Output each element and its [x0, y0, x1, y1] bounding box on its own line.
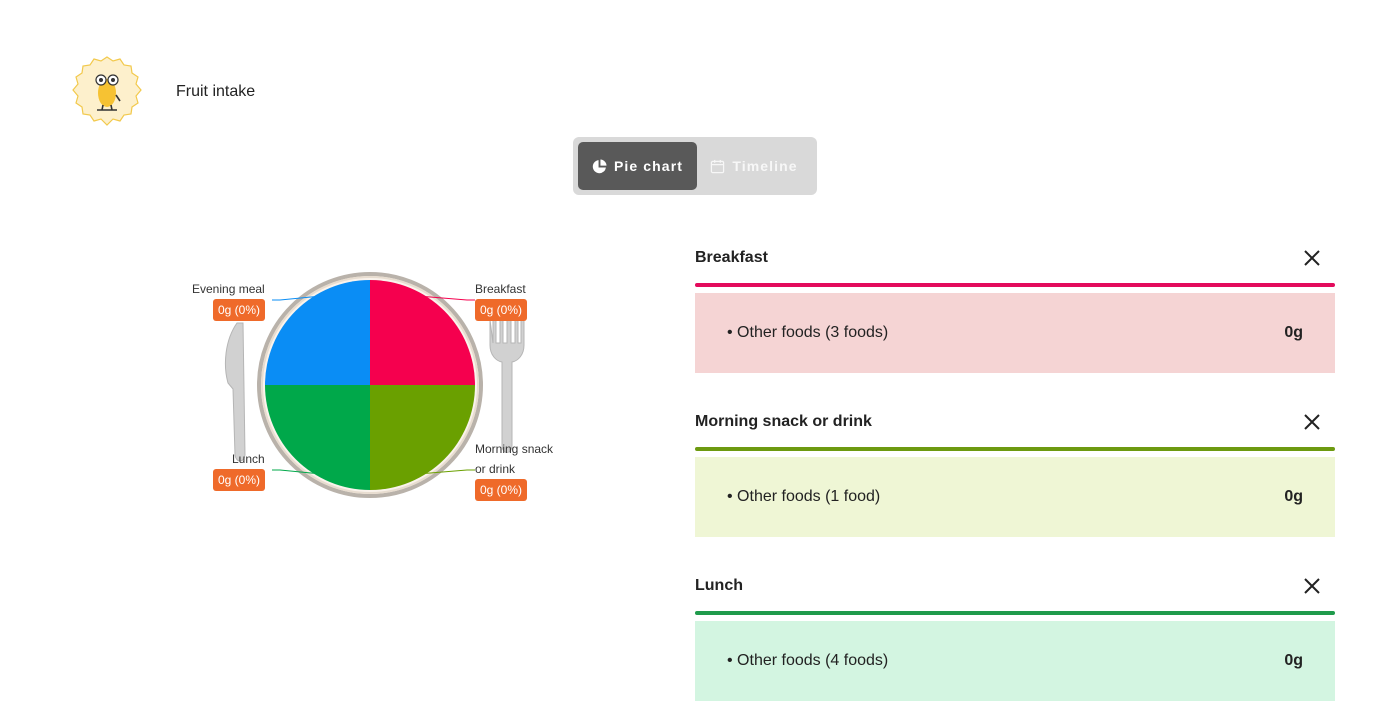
- page-title: Fruit intake: [176, 83, 256, 100]
- slice-value-lunch: 0g (0%): [213, 469, 266, 491]
- page-header: Fruit intake: [70, 55, 255, 129]
- meal-color-bar: [695, 283, 1335, 287]
- slice-value-evening-meal: 0g (0%): [213, 299, 266, 321]
- banana-mascot-icon: [72, 56, 142, 126]
- meal-item-row: • Other foods (1 food) 0g: [695, 457, 1335, 537]
- meal-title: Morning snack or drink: [695, 413, 872, 430]
- calendar-icon: [711, 159, 725, 173]
- close-icon[interactable]: [1303, 413, 1321, 431]
- slice-label-breakfast: Breakfast: [475, 282, 526, 296]
- meal-panel-breakfast: Breakfast • Other foods (3 foods) 0g: [695, 243, 1335, 373]
- food-item-label: Other foods (4 foods): [737, 652, 889, 669]
- food-item-amount: 0g: [1284, 488, 1303, 505]
- food-item-label: Other foods (1 food): [737, 488, 881, 505]
- knife-icon: [224, 322, 246, 462]
- pie-slice-lunch: [265, 385, 370, 490]
- slice-label-lunch: Lunch: [232, 452, 265, 466]
- food-item-amount: 0g: [1284, 652, 1303, 669]
- pie-chart-icon: [592, 158, 607, 173]
- food-item-label: Other foods (3 foods): [737, 324, 889, 341]
- meal-item-row: • Other foods (3 foods) 0g: [695, 293, 1335, 373]
- meal-title: Breakfast: [695, 249, 768, 266]
- close-icon[interactable]: [1303, 249, 1321, 267]
- meal-title: Lunch: [695, 577, 743, 594]
- slice-label-morning-snack: Morning snack: [475, 442, 554, 456]
- food-item-amount: 0g: [1284, 324, 1303, 341]
- slice-label-evening-meal: Evening meal: [192, 282, 265, 296]
- timeline-tab[interactable]: Timeline: [697, 142, 811, 190]
- pie-slices: [265, 280, 475, 490]
- fork-icon: [489, 319, 525, 453]
- pie-chart-tab-label: Pie chart: [613, 158, 684, 174]
- view-toggle: Pie chart Timeline: [573, 137, 817, 195]
- slice-value-morning-snack: 0g (0%): [475, 479, 528, 501]
- slice-value-breakfast: 0g (0%): [475, 299, 528, 321]
- slice-label-morning-snack-line2: or drink: [475, 462, 516, 476]
- timeline-tab-label: Timeline: [732, 158, 798, 174]
- meal-color-bar: [695, 611, 1335, 615]
- close-icon[interactable]: [1303, 577, 1321, 595]
- meal-color-bar: [695, 447, 1335, 451]
- meal-panel-morning-snack: Morning snack or drink • Other foods (1 …: [695, 407, 1335, 537]
- meal-panel-lunch: Lunch • Other foods (4 foods) 0g: [695, 571, 1335, 701]
- pie-chart: Breakfast 0g (0%) Morning snack or drink…: [180, 265, 570, 505]
- pie-slice-morning-snack-or-drink: [370, 385, 475, 490]
- meal-item-row: • Other foods (4 foods) 0g: [695, 621, 1335, 701]
- pie-slice-breakfast: [370, 280, 475, 385]
- pie-slice-evening-meal: [265, 280, 370, 385]
- pie-chart-tab[interactable]: Pie chart: [578, 142, 697, 190]
